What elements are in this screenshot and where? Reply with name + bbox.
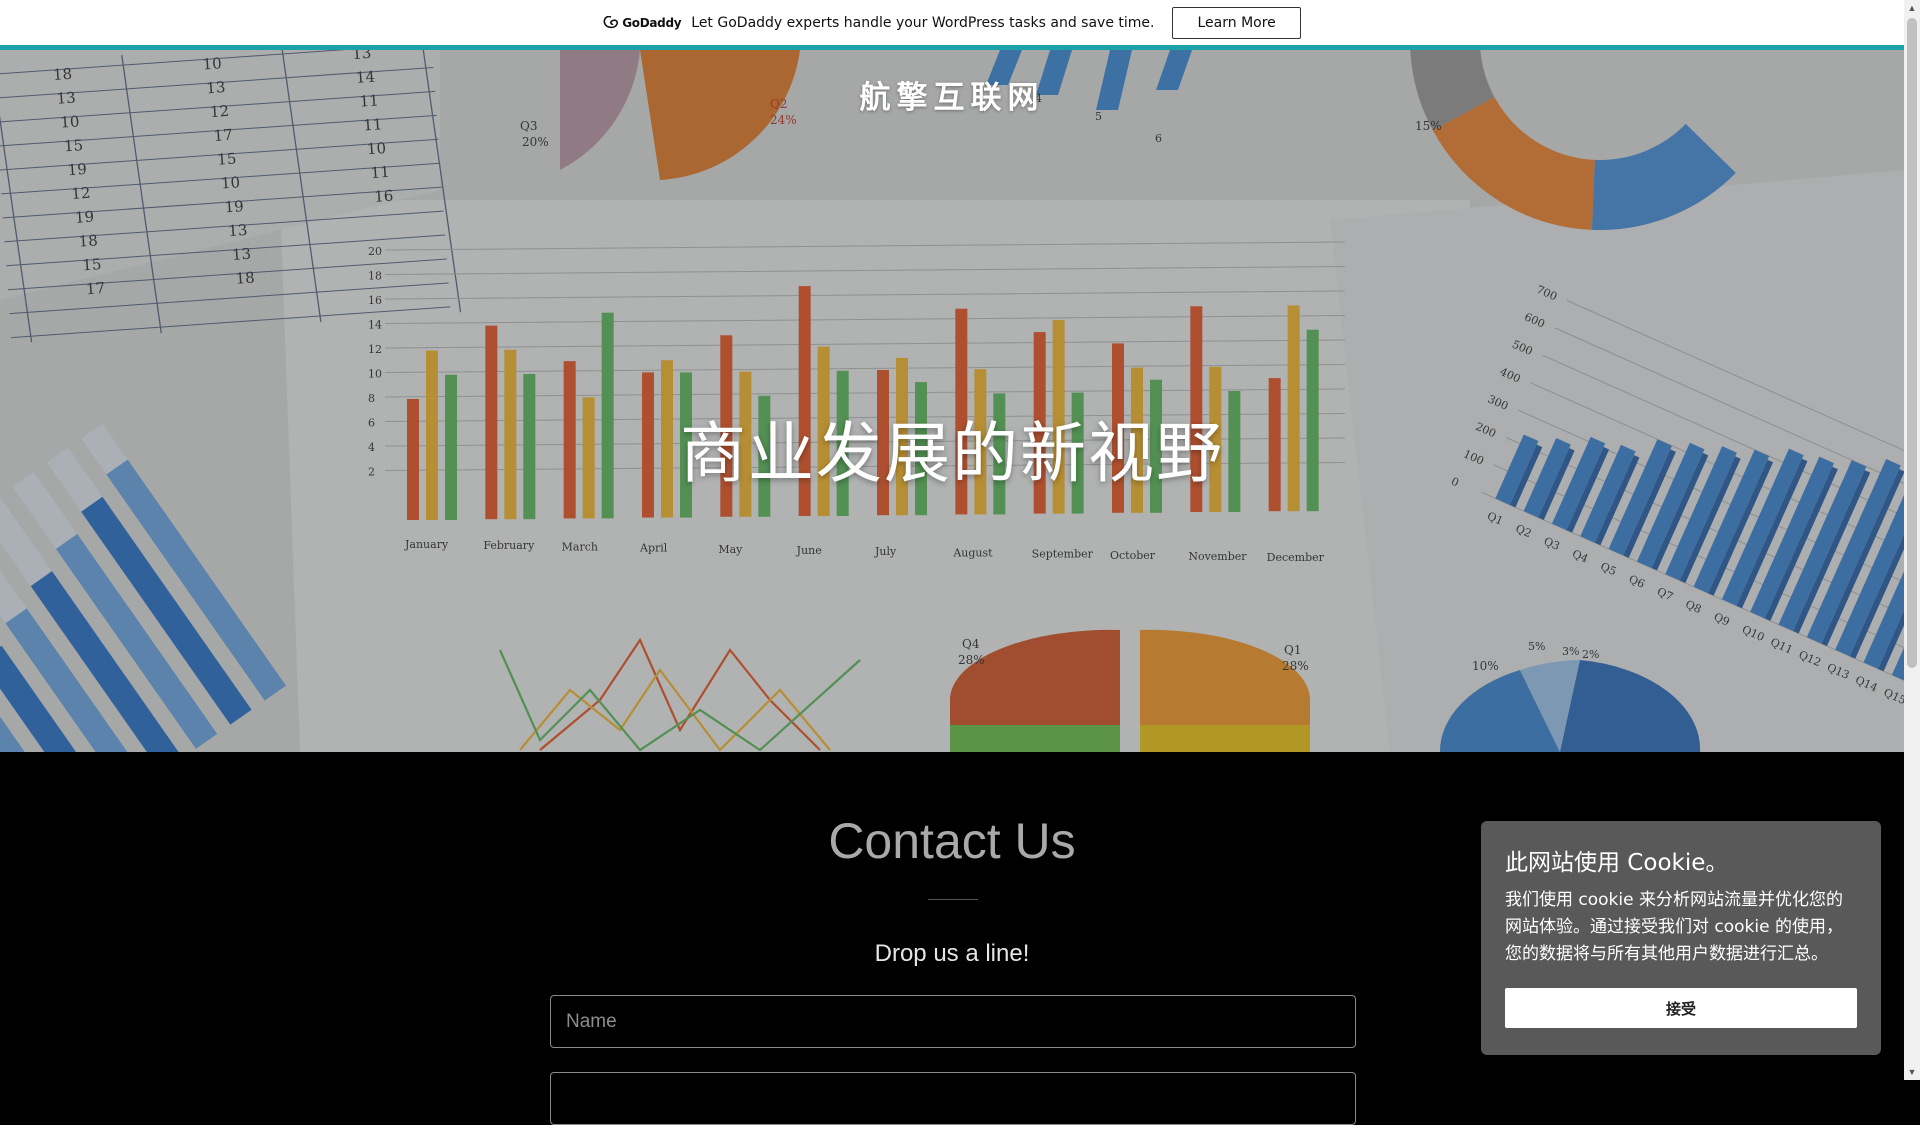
learn-more-button[interactable]: Learn More	[1172, 6, 1301, 39]
hero-section: 18 10 13 13 13 14 10 12 11 15 17 11 19 15 10 12 10 11 19 19…	[0, 50, 1904, 752]
scroll-up-arrow-icon[interactable]: ▲	[1904, 0, 1920, 16]
hero-headline: 商业发展的新视野	[680, 415, 1224, 492]
cookie-body: 我们使用 cookie 来分析网站流量并优化您的网站体验。通过接受我们对 coo…	[1505, 890, 1843, 964]
promo-message: Let GoDaddy experts handle your WordPres…	[691, 14, 1155, 31]
godaddy-logo: GoDaddy	[603, 15, 682, 30]
name-input[interactable]	[550, 995, 1356, 1048]
promo-bar: GoDaddy Let GoDaddy experts handle your …	[0, 0, 1904, 45]
scroll-thumb[interactable]	[1907, 18, 1917, 668]
cookie-banner: 此网站使用 Cookie。 我们使用 cookie 来分析网站流量并优化您的网站…	[1481, 821, 1881, 1055]
godaddy-logo-icon	[603, 15, 619, 28]
godaddy-brand-text: GoDaddy	[622, 15, 682, 30]
scroll-down-arrow-icon[interactable]: ▼	[1904, 1064, 1920, 1080]
site-title[interactable]: 航擎互联网	[0, 72, 1904, 117]
cookie-title: 此网站使用 Cookie。	[1505, 850, 1729, 876]
page-scrollbar[interactable]: ▲ ▼	[1904, 0, 1920, 1080]
contact-divider	[928, 899, 978, 900]
cookie-accept-button[interactable]: 接受	[1505, 988, 1857, 1028]
